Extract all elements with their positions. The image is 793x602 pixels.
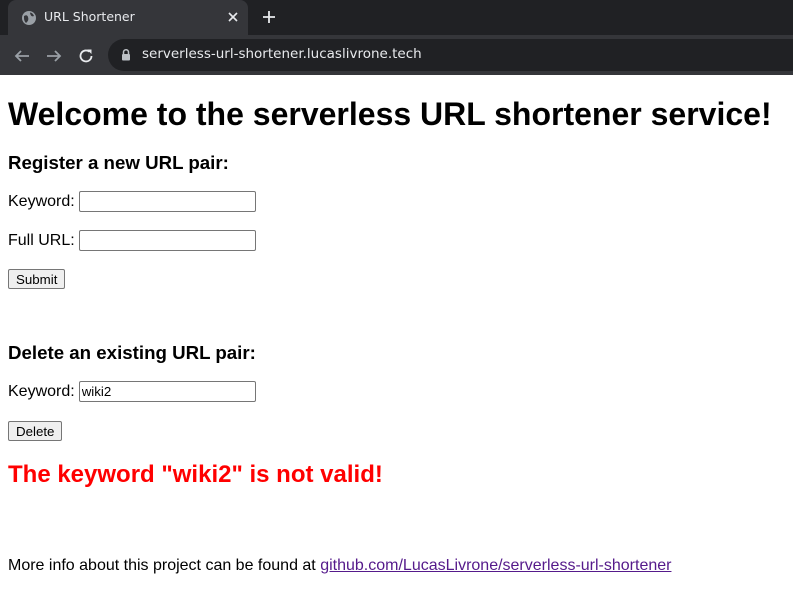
- register-heading: Register a new URL pair:: [8, 152, 229, 173]
- page-title: Welcome to the serverless URL shortener …: [8, 96, 772, 132]
- delete-heading: Delete an existing URL pair:: [8, 342, 256, 363]
- register-keyword-label: Keyword:: [8, 192, 75, 210]
- delete-keyword-label: Keyword:: [8, 382, 75, 400]
- delete-keyword-input[interactable]: [78, 381, 256, 402]
- url-text[interactable]: serverless-url-shortener.lucaslivrone.te…: [142, 46, 422, 62]
- browser-tabstrip: URL Shortener: [0, 0, 793, 35]
- close-icon[interactable]: [226, 10, 240, 24]
- new-tab-plus-icon[interactable]: [261, 9, 277, 25]
- back-arrow-icon[interactable]: [13, 47, 31, 65]
- forward-arrow-icon[interactable]: [45, 47, 63, 65]
- page-content: Welcome to the serverless URL shortener …: [0, 96, 793, 576]
- error-message: The keyword "wiki2" is not valid!: [8, 461, 383, 488]
- register-keyword-input[interactable]: [78, 191, 256, 212]
- footer-text: More info about this project can be foun…: [8, 557, 321, 574]
- footer: More info about this project can be foun…: [8, 556, 785, 576]
- full-url-label: Full URL:: [8, 231, 75, 249]
- browser-toolbar: serverless-url-shortener.lucaslivrone.te…: [0, 35, 793, 75]
- github-link[interactable]: github.com/LucasLivrone/serverless-url-s…: [320, 557, 671, 574]
- delete-keyword-row: Keyword:: [8, 381, 785, 402]
- full-url-input[interactable]: [78, 230, 256, 251]
- globe-icon: [22, 11, 36, 25]
- register-keyword-row: Keyword:: [8, 191, 785, 212]
- browser-tab[interactable]: URL Shortener: [8, 0, 248, 35]
- delete-button[interactable]: Delete: [8, 421, 63, 441]
- address-bar[interactable]: serverless-url-shortener.lucaslivrone.te…: [108, 39, 793, 71]
- tab-title: URL Shortener: [44, 9, 135, 24]
- reload-icon[interactable]: [77, 47, 95, 65]
- delete-row: Delete: [8, 421, 785, 441]
- submit-row: Submit: [8, 269, 785, 289]
- full-url-row: Full URL:: [8, 230, 785, 251]
- submit-button[interactable]: Submit: [8, 269, 66, 289]
- lock-icon[interactable]: [120, 48, 132, 62]
